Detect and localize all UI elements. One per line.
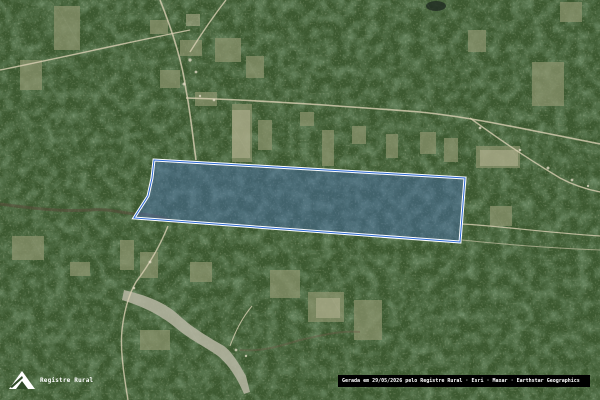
map-attribution: Gerada em 29/05/2026 pelo Registre Rural…	[338, 375, 590, 387]
branding: Registre Rural	[8, 370, 93, 390]
registre-rural-logo-icon	[9, 371, 35, 389]
satellite-map[interactable]	[0, 0, 600, 400]
brand-name: Registre Rural	[40, 376, 94, 384]
